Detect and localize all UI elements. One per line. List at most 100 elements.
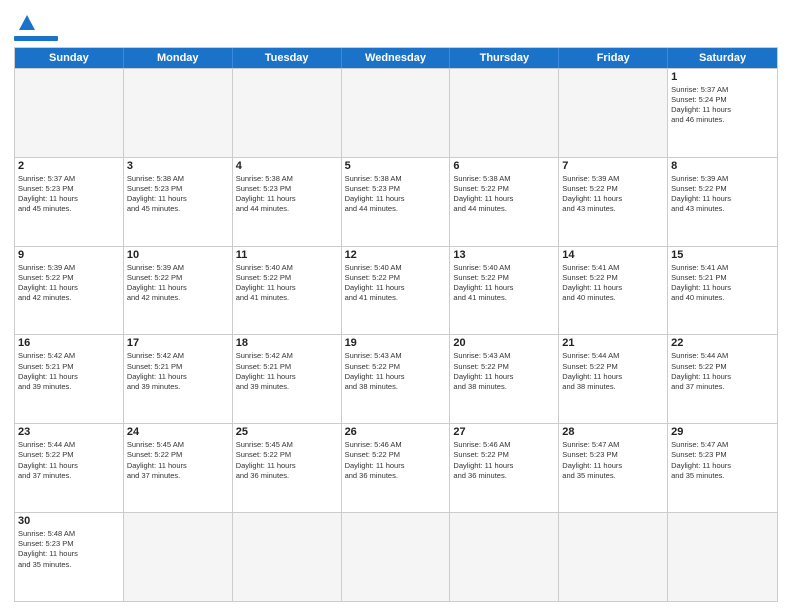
day-number: 8 (671, 160, 774, 172)
day-info: Sunrise: 5:46 AM Sunset: 5:22 PM Dayligh… (345, 440, 447, 481)
empty-cell (559, 69, 668, 157)
day-cell-21: 21 Sunrise: 5:44 AM Sunset: 5:22 PM Dayli… (559, 335, 668, 423)
day-cell-24: 24 Sunrise: 5:45 AM Sunset: 5:22 PM Dayli… (124, 424, 233, 512)
day-info: Sunrise: 5:44 AM Sunset: 5:22 PM Dayligh… (562, 351, 664, 392)
day-number: 17 (127, 337, 229, 349)
empty-cell (124, 69, 233, 157)
day-cell-5: 5 Sunrise: 5:38 AM Sunset: 5:23 PM Daylig… (342, 158, 451, 246)
day-info: Sunrise: 5:39 AM Sunset: 5:22 PM Dayligh… (127, 263, 229, 304)
day-cell-11: 11 Sunrise: 5:40 AM Sunset: 5:22 PM Dayli… (233, 247, 342, 335)
day-cell-12: 12 Sunrise: 5:40 AM Sunset: 5:22 PM Dayli… (342, 247, 451, 335)
cal-week-3: 9Sunrise: 5:39 AM Sunset: 5:22 PM Daylig… (15, 246, 777, 335)
day-number: 24 (127, 426, 229, 438)
day-info: Sunrise: 5:45 AM Sunset: 5:22 PM Dayligh… (127, 440, 229, 481)
day-number: 27 (453, 426, 555, 438)
day-number: 2 (18, 160, 120, 172)
day-info: Sunrise: 5:40 AM Sunset: 5:22 PM Dayligh… (453, 263, 555, 304)
day-header-thursday: Thursday (450, 48, 559, 68)
day-cell-16: 16Sunrise: 5:42 AM Sunset: 5:21 PM Dayli… (15, 335, 124, 423)
empty-cell (668, 513, 777, 601)
day-number: 23 (18, 426, 120, 438)
day-cell-10: 10 Sunrise: 5:39 AM Sunset: 5:22 PM Dayli… (124, 247, 233, 335)
day-info: Sunrise: 5:44 AM Sunset: 5:22 PM Dayligh… (671, 351, 774, 392)
day-cell-27: 27 Sunrise: 5:46 AM Sunset: 5:22 PM Dayli… (450, 424, 559, 512)
cal-week-6: 30Sunrise: 5:48 AM Sunset: 5:23 PM Dayli… (15, 512, 777, 601)
day-info: Sunrise: 5:43 AM Sunset: 5:22 PM Dayligh… (453, 351, 555, 392)
day-cell-6: 6 Sunrise: 5:38 AM Sunset: 5:22 PM Daylig… (450, 158, 559, 246)
day-info: Sunrise: 5:38 AM Sunset: 5:22 PM Dayligh… (453, 174, 555, 215)
day-number: 10 (127, 249, 229, 261)
day-info: Sunrise: 5:45 AM Sunset: 5:22 PM Dayligh… (236, 440, 338, 481)
calendar: SundayMondayTuesdayWednesdayThursdayFrid… (14, 47, 778, 602)
day-cell-2: 2Sunrise: 5:37 AM Sunset: 5:23 PM Daylig… (15, 158, 124, 246)
day-number: 7 (562, 160, 664, 172)
day-number: 16 (18, 337, 120, 349)
day-info: Sunrise: 5:37 AM Sunset: 5:24 PM Dayligh… (671, 85, 774, 126)
day-cell-13: 13 Sunrise: 5:40 AM Sunset: 5:22 PM Dayli… (450, 247, 559, 335)
day-cell-9: 9Sunrise: 5:39 AM Sunset: 5:22 PM Daylig… (15, 247, 124, 335)
day-cell-1: 1 Sunrise: 5:37 AM Sunset: 5:24 PM Daylig… (668, 69, 777, 157)
day-info: Sunrise: 5:43 AM Sunset: 5:22 PM Dayligh… (345, 351, 447, 392)
day-info: Sunrise: 5:40 AM Sunset: 5:22 PM Dayligh… (236, 263, 338, 304)
day-header-tuesday: Tuesday (233, 48, 342, 68)
empty-cell (233, 513, 342, 601)
cal-week-4: 16 Sunrise: 5:42 AM Sunset: 5:21 PM Dayli… (15, 334, 777, 423)
day-cell-28: 28Sunrise: 5:47 AM Sunset: 5:23 PM Dayli… (559, 424, 668, 512)
day-cell-18: 18Sunrise: 5:42 AM Sunset: 5:21 PM Dayli… (233, 335, 342, 423)
empty-cell (450, 69, 559, 157)
day-cell-23: 23 Sunrise: 5:44 AM Sunset: 5:22 PM Dayli… (15, 424, 124, 512)
day-cell-30: 30Sunrise: 5:48 AM Sunset: 5:23 PM Dayli… (15, 513, 124, 601)
empty-cell (342, 513, 451, 601)
calendar-body: 1 Sunrise: 5:37 AM Sunset: 5:24 PM Daylig… (15, 68, 777, 601)
day-number: 13 (453, 249, 555, 261)
day-cell-14: 14 Sunrise: 5:41 AM Sunset: 5:22 PM Dayli… (559, 247, 668, 335)
logo (14, 14, 58, 41)
day-number: 1 (671, 71, 774, 83)
day-header-friday: Friday (559, 48, 668, 68)
calendar-header: SundayMondayTuesdayWednesdayThursdayFrid… (15, 48, 777, 68)
day-cell-19: 19Sunrise: 5:43 AM Sunset: 5:22 PM Dayli… (342, 335, 451, 423)
day-number: 30 (18, 515, 120, 527)
logo-icon (16, 12, 38, 34)
day-cell-26: 26 Sunrise: 5:46 AM Sunset: 5:22 PM Dayli… (342, 424, 451, 512)
day-info: Sunrise: 5:41 AM Sunset: 5:22 PM Dayligh… (562, 263, 664, 304)
empty-cell (342, 69, 451, 157)
day-cell-7: 7 Sunrise: 5:39 AM Sunset: 5:22 PM Daylig… (559, 158, 668, 246)
day-info: Sunrise: 5:39 AM Sunset: 5:22 PM Dayligh… (671, 174, 774, 215)
day-cell-29: 29Sunrise: 5:47 AM Sunset: 5:23 PM Dayli… (668, 424, 777, 512)
day-number: 21 (562, 337, 664, 349)
day-info: Sunrise: 5:38 AM Sunset: 5:23 PM Dayligh… (345, 174, 447, 215)
day-number: 20 (453, 337, 555, 349)
day-number: 3 (127, 160, 229, 172)
day-cell-25: 25Sunrise: 5:45 AM Sunset: 5:22 PM Dayli… (233, 424, 342, 512)
header (14, 10, 778, 41)
day-number: 26 (345, 426, 447, 438)
day-number: 5 (345, 160, 447, 172)
day-cell-15: 15 Sunrise: 5:41 AM Sunset: 5:21 PM Dayli… (668, 247, 777, 335)
day-info: Sunrise: 5:41 AM Sunset: 5:21 PM Dayligh… (671, 263, 774, 304)
day-number: 22 (671, 337, 774, 349)
day-header-sunday: Sunday (15, 48, 124, 68)
day-info: Sunrise: 5:44 AM Sunset: 5:22 PM Dayligh… (18, 440, 120, 481)
day-info: Sunrise: 5:46 AM Sunset: 5:22 PM Dayligh… (453, 440, 555, 481)
day-number: 14 (562, 249, 664, 261)
day-info: Sunrise: 5:40 AM Sunset: 5:22 PM Dayligh… (345, 263, 447, 304)
day-number: 11 (236, 249, 338, 261)
day-header-saturday: Saturday (668, 48, 777, 68)
empty-cell (15, 69, 124, 157)
day-cell-22: 22 Sunrise: 5:44 AM Sunset: 5:22 PM Dayli… (668, 335, 777, 423)
day-info: Sunrise: 5:42 AM Sunset: 5:21 PM Dayligh… (127, 351, 229, 392)
day-cell-8: 8 Sunrise: 5:39 AM Sunset: 5:22 PM Daylig… (668, 158, 777, 246)
day-number: 15 (671, 249, 774, 261)
day-info: Sunrise: 5:38 AM Sunset: 5:23 PM Dayligh… (127, 174, 229, 215)
day-number: 6 (453, 160, 555, 172)
empty-cell (450, 513, 559, 601)
empty-cell (124, 513, 233, 601)
page: SundayMondayTuesdayWednesdayThursdayFrid… (0, 0, 792, 612)
day-cell-17: 17 Sunrise: 5:42 AM Sunset: 5:21 PM Dayli… (124, 335, 233, 423)
day-info: Sunrise: 5:39 AM Sunset: 5:22 PM Dayligh… (562, 174, 664, 215)
day-info: Sunrise: 5:39 AM Sunset: 5:22 PM Dayligh… (18, 263, 120, 304)
day-info: Sunrise: 5:38 AM Sunset: 5:23 PM Dayligh… (236, 174, 338, 215)
day-number: 4 (236, 160, 338, 172)
day-number: 12 (345, 249, 447, 261)
